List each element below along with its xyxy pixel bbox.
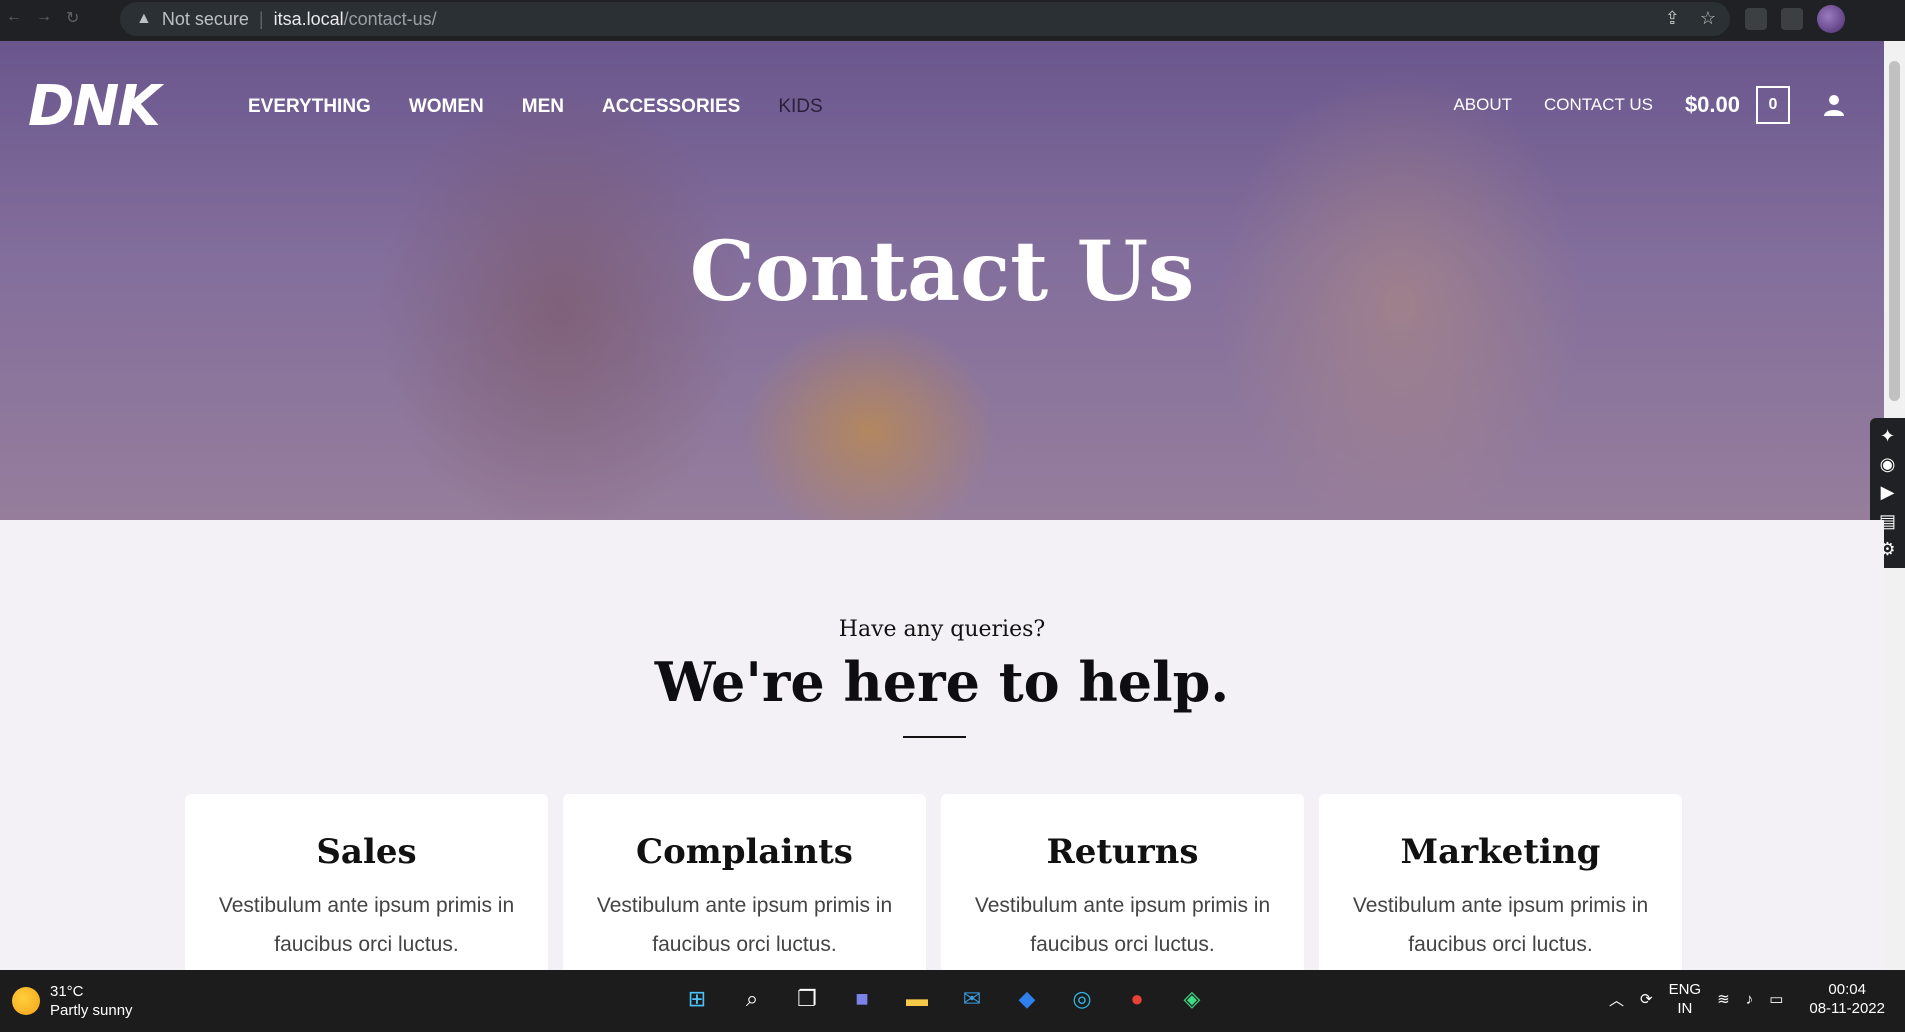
clock-time: 00:04 [1828, 981, 1866, 998]
card-title: Sales [316, 832, 417, 872]
site-logo[interactable]: DNK [28, 74, 161, 139]
region-code: IN [1677, 1000, 1693, 1017]
battery-icon[interactable]: ▭ [1769, 990, 1783, 1008]
address-separator: | [258, 8, 264, 29]
card-marketing: Marketing Vestibulum ante ipsum primis i… [1319, 794, 1682, 994]
contact-section: Have any queries? We're here to help. Sa… [0, 520, 1884, 994]
weather-description: Partly sunny [50, 1002, 133, 1019]
search-icon[interactable]: ⌕ [735, 982, 769, 1016]
browser-nav-buttons: ← → ↻ [6, 8, 79, 28]
headline-divider [903, 736, 966, 738]
temperature: 31°C [50, 983, 84, 1000]
menu-item-women[interactable]: WOMEN [409, 96, 484, 118]
menu-item-everything[interactable]: EVERYTHING [248, 96, 371, 118]
url-host: itsa.local [273, 8, 344, 29]
tray-chevron-icon[interactable]: ︿ [1609, 989, 1624, 1010]
card-text: Vestibulum ante ipsum primis in faucibus… [1352, 894, 1649, 956]
camera-icon[interactable]: ◉ [1880, 454, 1896, 475]
section-kicker: Have any queries? [838, 617, 1046, 642]
sync-icon[interactable]: ⟳ [1640, 990, 1653, 1008]
weather-widget[interactable]: 31°C Partly sunny [12, 982, 133, 1020]
volume-icon[interactable]: ♪ [1746, 991, 1754, 1008]
partly-sunny-icon [12, 987, 40, 1015]
page-title: Contact Us [689, 224, 1195, 320]
clock-date: 08-11-2022 [1809, 1000, 1885, 1017]
security-label: Not secure [161, 8, 249, 29]
warning-icon: ▲ [136, 10, 152, 27]
menu-item-accessories[interactable]: ACCESSORIES [602, 96, 740, 118]
menu-item-men[interactable]: MEN [522, 96, 564, 118]
card-text: Vestibulum ante ipsum primis in faucibus… [218, 894, 515, 956]
user-account-icon[interactable] [1822, 93, 1846, 117]
pin-icon[interactable]: ✦ [1880, 426, 1895, 447]
teams-chat-icon[interactable]: ■ [845, 982, 879, 1016]
share-icon[interactable]: ⇪ [1665, 8, 1680, 29]
edge-browser-icon[interactable]: ◎ [1065, 982, 1099, 1016]
windows-taskbar: 31°C Partly sunny ⊞ ⌕ ❐ ■ ▬ ✉ ◆ ◎ ● ◈ ︿ … [0, 970, 1905, 1032]
browser-toolbar: ← → ↻ ▲ Not secure | itsa.local /contact… [0, 0, 1905, 41]
contact-cards: Sales Vestibulum ante ipsum primis in fa… [185, 794, 1682, 994]
main-menu: EVERYTHING WOMEN MEN ACCESSORIES KIDS [248, 96, 823, 118]
extension-icon[interactable] [1745, 8, 1767, 30]
windows-start-icon[interactable]: ⊞ [680, 982, 714, 1016]
back-icon[interactable]: ← [6, 8, 22, 28]
card-title: Marketing [1400, 832, 1601, 872]
task-view-icon[interactable]: ❐ [790, 982, 824, 1016]
card-returns: Returns Vestibulum ante ipsum primis in … [941, 794, 1304, 994]
sidepanel-icon[interactable] [1781, 8, 1803, 30]
site-header: DNK EVERYTHING WOMEN MEN ACCESSORIES KID… [0, 41, 1884, 171]
card-complaints: Complaints Vestibulum ante ipsum primis … [563, 794, 926, 994]
forward-icon[interactable]: → [36, 8, 52, 28]
cart-amount[interactable]: $0.00 [1685, 92, 1740, 118]
menu-item-contact[interactable]: CONTACT US [1544, 95, 1653, 115]
cart-count-icon[interactable]: 0 [1756, 86, 1790, 124]
app-diamond-icon[interactable]: ◈ [1175, 982, 1209, 1016]
system-tray: ︿ ⟳ ENG IN ≋ ♪ ▭ 00:04 08-11-2022 [1609, 980, 1885, 1018]
card-text: Vestibulum ante ipsum primis in faucibus… [596, 894, 893, 956]
chrome-browser-icon[interactable]: ● [1120, 982, 1154, 1016]
language-indicator[interactable]: ENG IN [1669, 980, 1702, 1018]
video-icon[interactable]: ▶ [1881, 482, 1895, 503]
mail-icon[interactable]: ✉ [955, 982, 989, 1016]
file-explorer-icon[interactable]: ▬ [900, 982, 934, 1016]
menu-item-kids[interactable]: KIDS [778, 96, 822, 118]
menu-item-about[interactable]: ABOUT [1453, 95, 1512, 115]
profile-avatar[interactable] [1817, 5, 1845, 33]
card-title: Complaints [636, 832, 853, 872]
wifi-icon[interactable]: ≋ [1717, 990, 1730, 1008]
bookmark-star-icon[interactable]: ☆ [1700, 8, 1716, 29]
address-icons: ⇪ ☆ [1665, 8, 1716, 29]
card-text: Vestibulum ante ipsum primis in faucibus… [974, 894, 1271, 956]
url-path: /contact-us/ [343, 8, 437, 29]
extensions [1745, 5, 1845, 33]
card-title: Returns [1046, 832, 1199, 872]
taskbar-apps: ⊞ ⌕ ❐ ■ ▬ ✉ ◆ ◎ ● ◈ [680, 982, 1209, 1016]
dropbox-icon[interactable]: ◆ [1010, 982, 1044, 1016]
header-right: ABOUT CONTACT US $0.00 0 [1453, 86, 1846, 124]
scrollbar-thumb[interactable] [1889, 61, 1900, 401]
hero-banner: DNK EVERYTHING WOMEN MEN ACCESSORIES KID… [0, 41, 1884, 520]
clock[interactable]: 00:04 08-11-2022 [1809, 980, 1885, 1018]
section-headline: We're here to help. [654, 650, 1230, 714]
language-code: ENG [1668, 981, 1702, 998]
card-sales: Sales Vestibulum ante ipsum primis in fa… [185, 794, 548, 994]
address-bar[interactable]: ▲ Not secure | itsa.local /contact-us/ ⇪… [120, 2, 1730, 36]
reload-icon[interactable]: ↻ [66, 8, 79, 28]
